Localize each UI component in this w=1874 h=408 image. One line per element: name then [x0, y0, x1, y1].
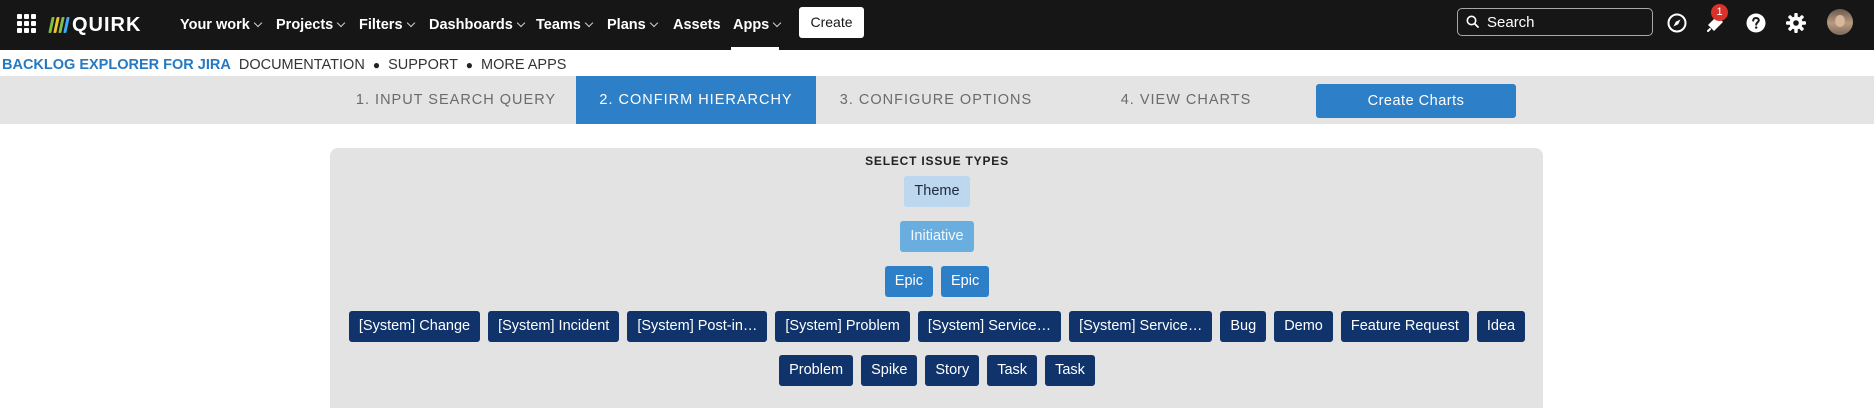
- compass-icon[interactable]: [1666, 12, 1688, 34]
- issue-type-chip[interactable]: [System] Incident: [488, 311, 620, 342]
- issue-type-chip[interactable]: Task: [1045, 355, 1095, 386]
- issue-type-chip[interactable]: Demo: [1274, 311, 1333, 342]
- nav-label: Dashboards: [429, 17, 513, 33]
- app-header: BACKLOG EXPLORER FOR JIRA DOCUMENTATION …: [2, 57, 566, 73]
- search-input[interactable]: Search: [1457, 8, 1653, 36]
- notification-badge: 1: [1711, 4, 1728, 21]
- nav-teams[interactable]: Teams: [536, 12, 594, 38]
- chevron-down-icon: [516, 18, 526, 28]
- panel-title: SELECT ISSUE TYPES: [865, 154, 1009, 168]
- nav-label: Filters: [359, 17, 403, 33]
- hierarchy-level-1: Theme: [0, 176, 1874, 207]
- issue-type-chip[interactable]: [System] Problem: [775, 311, 910, 342]
- chevron-down-icon: [253, 18, 263, 28]
- issue-type-chip[interactable]: Feature Request: [1340, 311, 1469, 342]
- nav-your-work[interactable]: Your work: [180, 12, 263, 38]
- logo-mark-icon: [48, 17, 70, 33]
- chevron-down-icon: [584, 18, 594, 28]
- issue-type-chip[interactable]: Task: [987, 355, 1038, 386]
- step-view-charts[interactable]: 4. VIEW CHARTS: [1076, 76, 1296, 124]
- nav-assets[interactable]: Assets: [673, 12, 721, 38]
- hierarchy-level-3: Epic Epic: [0, 266, 1874, 297]
- step-configure-options[interactable]: 3. CONFIGURE OPTIONS: [826, 76, 1046, 124]
- search-icon: [1466, 15, 1479, 28]
- nav-label: Apps: [733, 17, 770, 33]
- issue-type-chip[interactable]: [System] Post-in…: [627, 311, 768, 342]
- nav-projects[interactable]: Projects: [276, 12, 346, 38]
- hierarchy-level-4: [System] Change [System] Incident [Syste…: [0, 311, 1874, 342]
- logo-text: QUIRK: [72, 13, 142, 36]
- issue-type-chip[interactable]: [System] Change: [348, 311, 481, 342]
- apps-grid-icon[interactable]: [17, 14, 36, 33]
- nav-label: Your work: [180, 17, 250, 33]
- search-placeholder: Search: [1487, 14, 1535, 31]
- chevron-down-icon: [773, 18, 782, 28]
- active-nav-indicator: [731, 47, 779, 50]
- more-apps-link[interactable]: MORE APPS: [481, 57, 566, 73]
- nav-label: Assets: [673, 17, 721, 33]
- logo-bar: [63, 17, 70, 33]
- issue-type-chip[interactable]: Idea: [1476, 311, 1526, 342]
- separator-dot: ●: [372, 58, 381, 72]
- app-title[interactable]: BACKLOG EXPLORER FOR JIRA: [2, 57, 231, 73]
- support-link[interactable]: SUPPORT: [388, 57, 458, 73]
- settings-icon[interactable]: [1785, 12, 1807, 34]
- chevron-down-icon: [649, 18, 658, 28]
- separator-dot: ●: [465, 58, 473, 72]
- hierarchy-level-5: Problem Spike Story Task Task: [0, 355, 1874, 386]
- quirk-logo[interactable]: QUIRK: [48, 10, 142, 40]
- nav-plans[interactable]: Plans: [607, 12, 658, 38]
- nav-label: Plans: [607, 17, 646, 33]
- top-navigation-bar: QUIRK Your work Projects Filters Dashboa…: [0, 0, 1874, 50]
- wizard-steps-bar: 1. INPUT SEARCH QUERY 2. CONFIRM HIERARC…: [0, 76, 1874, 124]
- documentation-link[interactable]: DOCUMENTATION: [239, 57, 365, 73]
- nav-label: Projects: [276, 17, 334, 33]
- chevron-down-icon: [336, 18, 346, 28]
- hierarchy-level-2: Initiative: [0, 221, 1874, 252]
- create-charts-button[interactable]: Create Charts: [1316, 84, 1516, 118]
- avatar[interactable]: [1827, 9, 1853, 35]
- create-button[interactable]: Create: [799, 7, 864, 38]
- issue-type-chip[interactable]: Epic: [941, 266, 990, 297]
- nav-dashboards[interactable]: Dashboards: [429, 12, 526, 38]
- issue-type-chip[interactable]: Epic: [884, 266, 933, 297]
- issue-type-chip[interactable]: Problem: [779, 355, 854, 386]
- issue-type-chip[interactable]: [System] Service…: [917, 311, 1062, 342]
- chevron-down-icon: [406, 18, 415, 28]
- step-input-search-query[interactable]: 1. INPUT SEARCH QUERY: [346, 76, 566, 124]
- step-confirm-hierarchy[interactable]: 2. CONFIRM HIERARCHY: [576, 76, 816, 124]
- issue-type-chip[interactable]: Bug: [1220, 311, 1267, 342]
- issue-type-chip[interactable]: [System] Service…: [1069, 311, 1213, 342]
- nav-label: Teams: [536, 17, 581, 33]
- help-icon[interactable]: [1745, 12, 1767, 34]
- issue-type-chip[interactable]: Spike: [861, 355, 918, 386]
- issue-type-chip[interactable]: Initiative: [900, 221, 974, 252]
- issue-type-chip[interactable]: Story: [925, 355, 980, 386]
- issue-type-chip[interactable]: Theme: [904, 176, 970, 207]
- nav-apps[interactable]: Apps: [733, 12, 782, 38]
- nav-filters[interactable]: Filters: [359, 12, 415, 38]
